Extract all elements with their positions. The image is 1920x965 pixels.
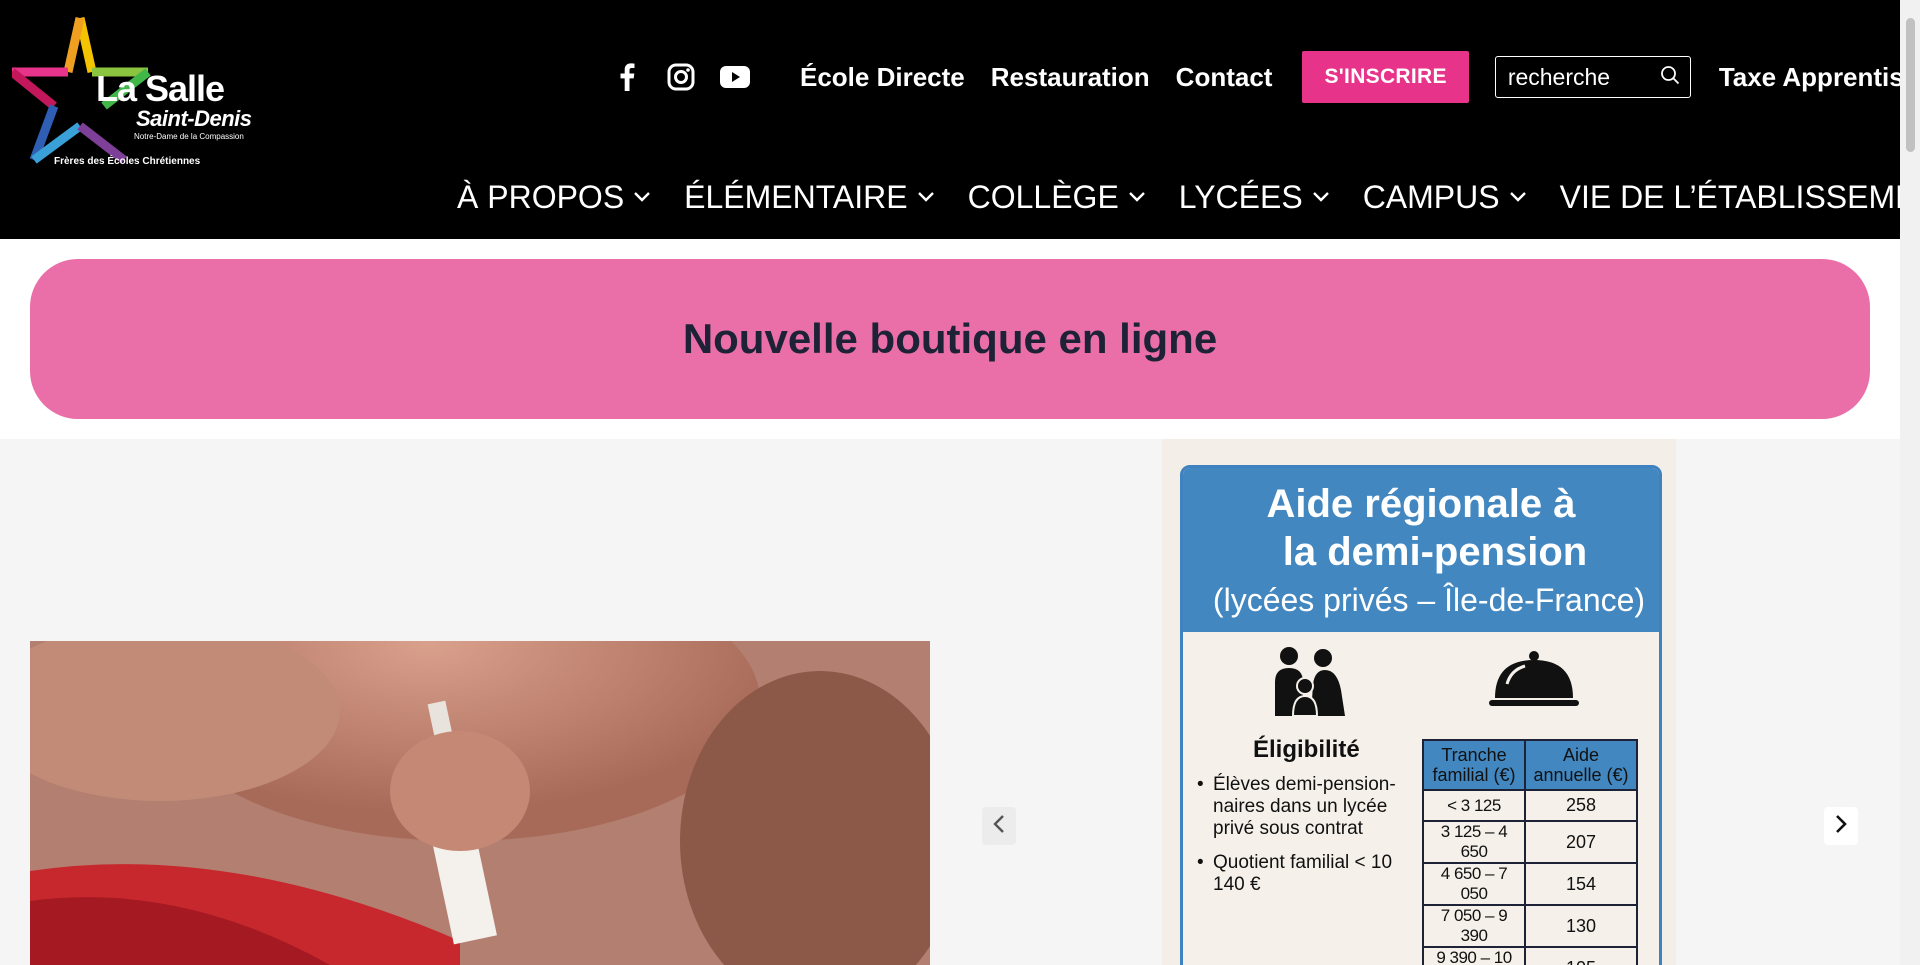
nav-item-campus[interactable]: CAMPUS bbox=[1363, 179, 1526, 216]
nav-label: CAMPUS bbox=[1362, 178, 1500, 215]
logo-title: La Salle bbox=[96, 68, 225, 109]
page-scrollbar[interactable] bbox=[1900, 0, 1920, 965]
table-cell-range: 9 390 – 10 140 bbox=[1422, 946, 1526, 965]
nav-label: À PROPOS bbox=[457, 178, 625, 215]
site-logo[interactable]: La Salle Saint-Denis Notre-Dame de la Co… bbox=[9, 14, 252, 167]
restauration-link[interactable]: Restauration bbox=[991, 62, 1150, 93]
nav-label: COLLÈGE bbox=[967, 178, 1119, 215]
poster-title-line2: la demi-pension bbox=[1282, 530, 1588, 574]
slider-prev-button[interactable] bbox=[982, 807, 1016, 845]
table-cell-value: 154 bbox=[1524, 862, 1638, 906]
top-bar: École Directe Restauration Contact S'INS… bbox=[600, 50, 1920, 104]
cloche-icon bbox=[1489, 650, 1579, 715]
eligibility-item: Quotient familial < 10 140 € bbox=[1197, 852, 1407, 896]
eligibility-item: Élèves demi-pension-naires dans un lycée… bbox=[1197, 774, 1407, 840]
social-links bbox=[600, 50, 762, 104]
eligibility-title: Éligibilité bbox=[1253, 736, 1360, 763]
chevron-down-icon bbox=[634, 192, 651, 202]
nav-item-lycees[interactable]: LYCÉES bbox=[1179, 179, 1329, 216]
aid-table: Tranche familial (€) Aide annuelle (€) <… bbox=[1422, 739, 1638, 965]
site-header: La Salle Saint-Denis Notre-Dame de la Co… bbox=[0, 0, 1920, 239]
table-cell-value: 258 bbox=[1524, 789, 1638, 822]
chevron-right-icon bbox=[1835, 814, 1847, 838]
table-cell-range: < 3 125 bbox=[1422, 789, 1526, 822]
nav-item-vie-etablissement[interactable]: VIE DE L’ÉTABLISSEMENT bbox=[1560, 179, 1920, 216]
boutique-banner[interactable]: Nouvelle boutique en ligne bbox=[30, 259, 1870, 419]
table-row: 9 390 – 10 140 105 bbox=[1422, 946, 1638, 965]
scrollbar-thumb[interactable] bbox=[1906, 18, 1915, 152]
table-cell-range: 3 125 – 4 650 bbox=[1422, 820, 1526, 864]
table-row: 4 650 – 7 050 154 bbox=[1422, 862, 1638, 906]
slider-next-button[interactable] bbox=[1824, 807, 1858, 845]
table-row: 3 125 – 4 650 207 bbox=[1422, 820, 1638, 864]
table-cell-range: 4 650 – 7 050 bbox=[1422, 862, 1526, 906]
logo-tagline: Notre-Dame de la Compassion bbox=[134, 132, 244, 141]
table-row: 7 050 – 9 390 130 bbox=[1422, 904, 1638, 948]
table-header-tranche: Tranche familial (€) bbox=[1422, 739, 1526, 791]
youtube-icon[interactable] bbox=[708, 50, 762, 104]
logo-footer: Frères des Écoles Chrétiennes bbox=[54, 156, 201, 167]
chevron-down-icon bbox=[917, 192, 934, 202]
aide-regionale-poster[interactable]: Aide régionale à la demi-pension (lycées… bbox=[1180, 465, 1662, 965]
search-icon[interactable] bbox=[1660, 65, 1680, 90]
instagram-icon[interactable] bbox=[654, 50, 708, 104]
nav-label: LYCÉES bbox=[1178, 178, 1303, 215]
facebook-icon[interactable] bbox=[600, 50, 654, 104]
table-row: < 3 125 258 bbox=[1422, 789, 1638, 822]
main-nav: À PROPOS ÉLÉMENTAIRE COLLÈGE LYCÉES CAMP… bbox=[457, 172, 1920, 222]
table-cell-value: 130 bbox=[1524, 904, 1638, 948]
chevron-down-icon bbox=[1312, 192, 1329, 202]
chevron-down-icon bbox=[1128, 192, 1145, 202]
family-icon bbox=[1267, 646, 1347, 721]
poster-subtitle: (lycées privés – Île-de-France) bbox=[1212, 582, 1646, 618]
nav-item-elementaire[interactable]: ÉLÉMENTAIRE bbox=[684, 178, 934, 216]
chevron-down-icon bbox=[1509, 192, 1526, 202]
banner-text: Nouvelle boutique en ligne bbox=[682, 315, 1218, 362]
search-box bbox=[1494, 56, 1691, 98]
poster-title-line1: Aide régionale à bbox=[1266, 482, 1576, 526]
table-header-aide: Aide annuelle (€) bbox=[1524, 739, 1638, 791]
nav-label: VIE DE L’ÉTABLISSEMENT bbox=[1559, 178, 1920, 215]
video-thumbnail[interactable] bbox=[30, 641, 930, 965]
poster-header: Aide régionale à la demi-pension (lycées… bbox=[1183, 468, 1659, 632]
table-cell-value: 105 bbox=[1524, 946, 1638, 965]
table-cell-range: 7 050 – 9 390 bbox=[1422, 904, 1526, 948]
table-cell-value: 207 bbox=[1524, 820, 1638, 864]
contact-link[interactable]: Contact bbox=[1176, 62, 1273, 93]
taxe-apprentissage-link[interactable]: Taxe Apprentissage bbox=[1719, 62, 1920, 93]
logo-subtitle: Saint-Denis bbox=[136, 106, 252, 131]
pencil-photo bbox=[30, 641, 930, 965]
inscrire-button[interactable]: S'INSCRIRE bbox=[1302, 51, 1469, 103]
nav-item-a-propos[interactable]: À PROPOS bbox=[457, 178, 651, 216]
nav-label: ÉLÉMENTAIRE bbox=[684, 178, 908, 215]
eligibility-list: Élèves demi-pension-naires dans un lycée… bbox=[1197, 774, 1407, 908]
ecole-directe-link[interactable]: École Directe bbox=[800, 62, 965, 93]
chevron-left-icon bbox=[993, 814, 1005, 838]
search-input[interactable] bbox=[1507, 63, 1648, 91]
nav-item-college[interactable]: COLLÈGE bbox=[968, 179, 1145, 216]
hero-slider: Aide régionale à la demi-pension (lycées… bbox=[0, 439, 1900, 965]
